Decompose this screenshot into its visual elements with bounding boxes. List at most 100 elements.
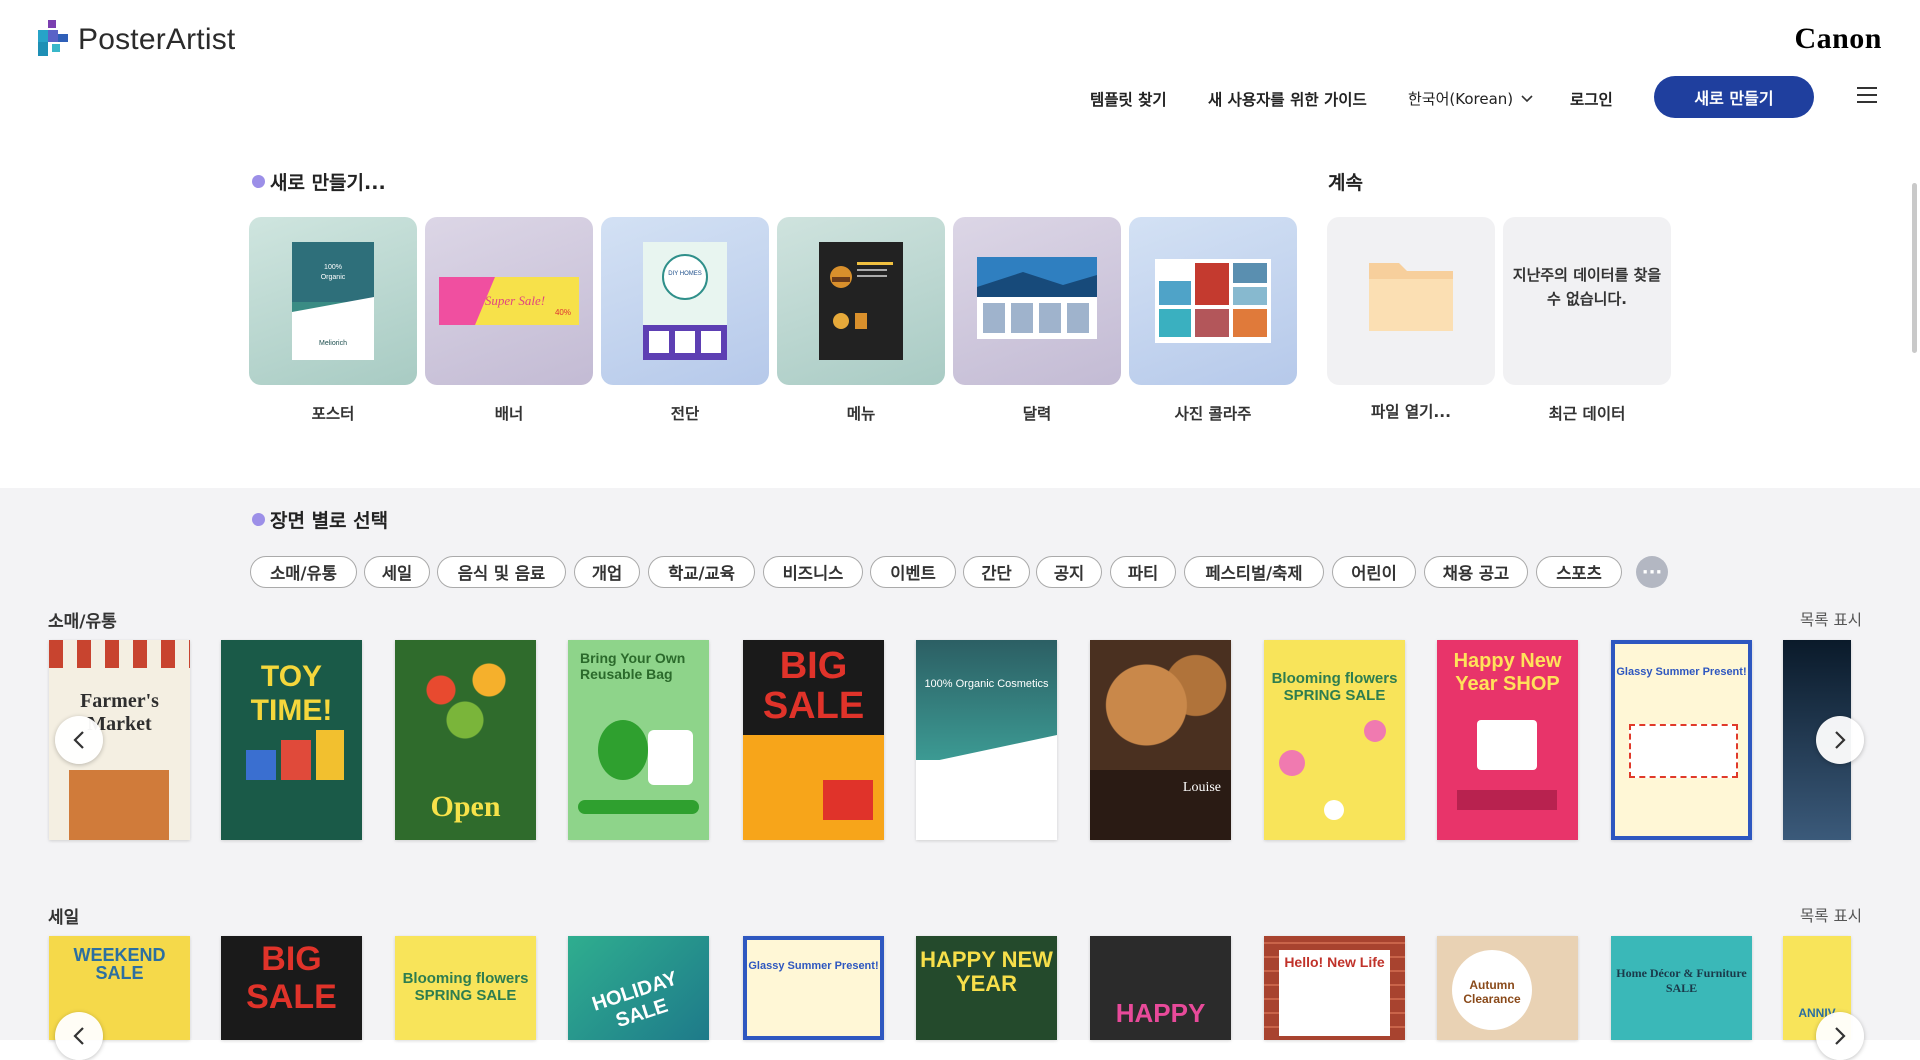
template-thumb[interactable]: Autumn Clearance (1437, 936, 1578, 1040)
posterartist-logo[interactable]: PosterArtist (38, 20, 235, 60)
create-card-menu[interactable] (777, 217, 945, 385)
new-create-button[interactable]: 새로 만들기 (1654, 76, 1814, 118)
create-card-photo-collage-label: 사진 콜라주 (1174, 405, 1252, 423)
create-card-photo-collage[interactable] (1129, 217, 1297, 385)
chip-party[interactable]: 파티 (1110, 556, 1176, 588)
template-thumb[interactable]: Open (395, 640, 536, 840)
chevron-right-icon (1835, 731, 1846, 749)
flyer-preview-icon: DIY HOMES (643, 242, 727, 360)
thumb-title: Blooming flowers SPRING SALE (402, 970, 529, 1004)
login-link[interactable]: 로그인 (1570, 88, 1613, 110)
open-file-label: 파일 열기... (1370, 403, 1452, 421)
chip-business[interactable]: 비즈니스 (763, 556, 863, 588)
row-retail-next-button[interactable] (1816, 716, 1864, 764)
template-thumb[interactable]: HAPPY NEW YEAR (916, 936, 1057, 1040)
thumb-title: Home Décor & Furniture SALE (1616, 966, 1747, 995)
poster-preview-icon: 100% Organic Meliorich (292, 242, 374, 360)
thumb-title: Bring Your Own Reusable Bag (580, 650, 686, 682)
svg-text:100%: 100% (324, 264, 342, 271)
continue-section-title: 계속 (1328, 168, 1363, 195)
folder-icon (1369, 263, 1453, 331)
create-card-calendar[interactable] (953, 217, 1121, 385)
chevron-left-icon (73, 731, 84, 749)
chip-opening[interactable]: 개업 (574, 556, 640, 588)
chip-kids[interactable]: 어린이 (1332, 556, 1416, 588)
scene-title-text: 장면 별로 선택 (270, 510, 389, 532)
canon-brand-logo[interactable]: Canon (1794, 22, 1882, 56)
chip-sale[interactable]: 세일 (364, 556, 430, 588)
create-card-flyer-label: 전단 (670, 405, 700, 423)
chevron-down-icon (1521, 94, 1533, 102)
template-thumb[interactable]: BIG SALE (221, 936, 362, 1040)
chip-festival[interactable]: 페스티벌/축제 (1184, 556, 1324, 588)
template-thumb[interactable]: Happy New Year SHOP (1437, 640, 1578, 840)
chip-sports[interactable]: 스포츠 (1536, 556, 1622, 588)
template-thumb[interactable]: Glassy Summer Present! (1611, 640, 1752, 840)
template-thumb[interactable]: HOLIDAY SALE (568, 936, 709, 1040)
open-file-card[interactable] (1327, 217, 1495, 385)
chevron-left-icon (73, 1027, 84, 1045)
template-thumb[interactable]: BIG SALE (743, 640, 884, 840)
template-thumb[interactable]: TOY TIME! (221, 640, 362, 840)
row-sale-next-button[interactable] (1816, 1012, 1864, 1060)
collage-preview-icon (1155, 259, 1271, 343)
posterartist-logo-icon (38, 20, 68, 56)
template-thumb[interactable]: Louise (1090, 640, 1231, 840)
template-thumb[interactable]: Glassy Summer Present! (743, 936, 884, 1040)
row-sale-show-list[interactable]: 목록 표시 (1800, 904, 1862, 926)
chip-school[interactable]: 학교/교육 (648, 556, 755, 588)
chip-event[interactable]: 이벤트 (870, 556, 956, 588)
thumb-title: HAPPY NEW YEAR (920, 947, 1053, 996)
nav-find-templates[interactable]: 템플릿 찾기 (1090, 88, 1167, 110)
calendar-preview-icon (977, 257, 1097, 339)
svg-text:Organic: Organic (321, 274, 346, 281)
create-card-flyer[interactable]: DIY HOMES (601, 217, 769, 385)
create-card-poster-label: 포스터 (311, 405, 355, 423)
svg-text:DIY HOMES: DIY HOMES (668, 271, 702, 277)
thumb-title: Autumn Clearance (1463, 978, 1521, 1006)
create-card-poster[interactable]: 100% Organic Meliorich (249, 217, 417, 385)
menu-icon[interactable] (1857, 87, 1877, 105)
row-sale-prev-button[interactable] (55, 1012, 103, 1060)
recent-data-card[interactable]: 지난주의 데이터를 찾을 수 없습니다. (1503, 217, 1671, 385)
recent-data-label: 최근 데이터 (1548, 405, 1626, 423)
thumb-title: BIG SALE (762, 645, 865, 727)
create-card-banner-label: 배너 (494, 405, 524, 423)
chip-retail[interactable]: 소매/유통 (250, 556, 357, 588)
thumb-title: Hello! New Life (1284, 954, 1385, 970)
chip-simple[interactable]: 간단 (963, 556, 1030, 588)
thumb-title: Blooming flowers SPRING SALE (1271, 670, 1398, 704)
thumb-title: BIG SALE (246, 940, 337, 1016)
template-thumb[interactable]: 100% Organic Cosmetics (916, 640, 1057, 840)
language-select[interactable]: 한국어(Korean) (1408, 88, 1533, 109)
create-section-title: 새로 만들기... (252, 168, 386, 195)
header: PosterArtist Canon 템플릿 찾기 새 사용자를 위한 가이드 … (0, 0, 1920, 130)
thumb-title: HAPPY (1115, 998, 1206, 1028)
thumb-title: Louise (1182, 780, 1221, 795)
template-thumb[interactable]: Blooming flowers SPRING SALE (1264, 640, 1405, 840)
thumb-title: Glassy Summer Present! (1616, 666, 1747, 678)
template-thumb[interactable]: HAPPY (1090, 936, 1231, 1040)
chip-recruiting[interactable]: 채용 공고 (1424, 556, 1528, 588)
template-thumb[interactable]: Blooming flowers SPRING SALE (395, 936, 536, 1040)
thumb-title: Glassy Summer Present! (748, 960, 879, 972)
row-retail-show-list[interactable]: 목록 표시 (1800, 608, 1862, 630)
thumb-title: Open (430, 790, 501, 823)
create-card-calendar-label: 달력 (1022, 405, 1052, 423)
logo-text: PosterArtist (78, 23, 236, 56)
template-thumb[interactable]: Bring Your Own Reusable Bag (568, 640, 709, 840)
page-scrollbar[interactable] (1912, 183, 1917, 353)
language-label: 한국어(Korean) (1408, 90, 1514, 108)
template-thumb[interactable]: Home Décor & Furniture SALE (1611, 936, 1752, 1040)
nav-new-user-guide[interactable]: 새 사용자를 위한 가이드 (1208, 88, 1367, 110)
banner-preview-icon: Super Sale! 40% (439, 277, 579, 325)
chip-food-drink[interactable]: 음식 및 음료 (437, 556, 566, 588)
template-thumb[interactable]: Hello! New Life (1264, 936, 1405, 1040)
row-retail-prev-button[interactable] (55, 716, 103, 764)
menu-preview-icon (819, 242, 903, 360)
section-dot-icon (252, 513, 265, 526)
more-icon: ··· (1641, 561, 1663, 583)
more-chips-button[interactable]: ··· (1636, 556, 1668, 588)
create-card-banner[interactable]: Super Sale! 40% (425, 217, 593, 385)
chip-notice[interactable]: 공지 (1036, 556, 1102, 588)
